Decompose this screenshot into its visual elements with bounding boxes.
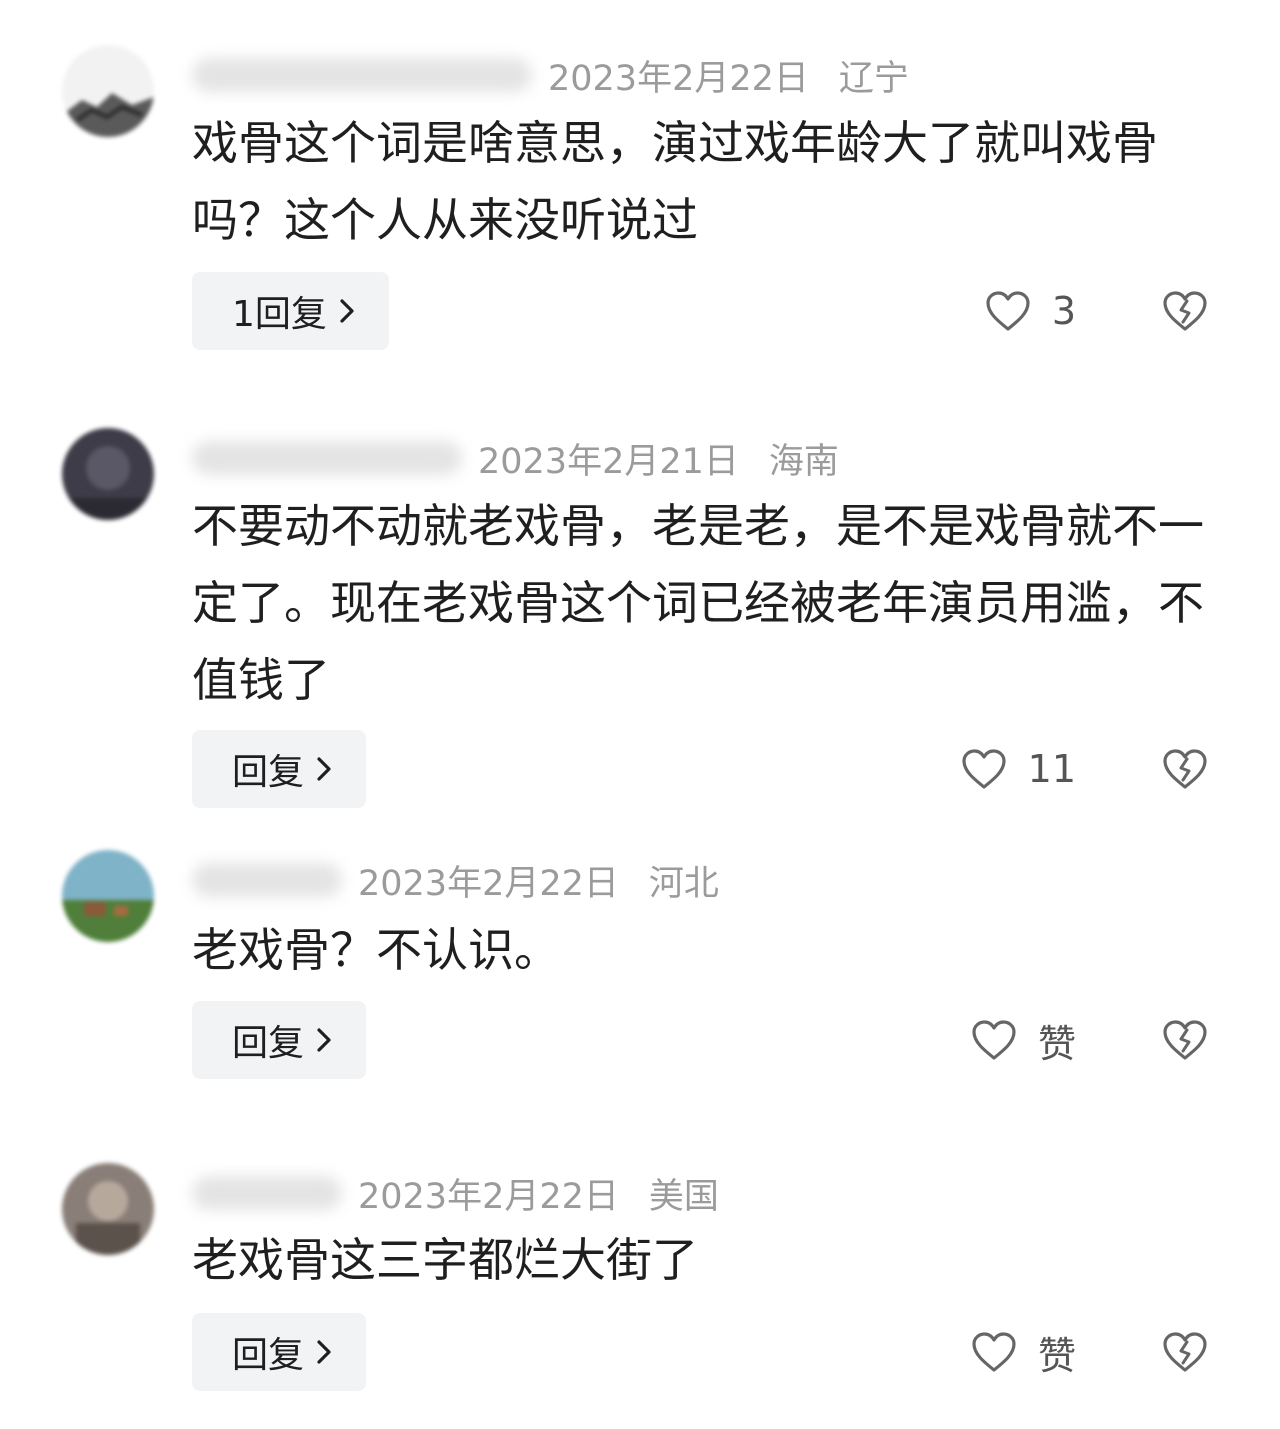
- like-button[interactable]: 3: [984, 272, 1076, 350]
- comment-meta: 2023年2月21日 海南: [192, 428, 839, 488]
- like-button[interactable]: 11: [960, 730, 1076, 808]
- broken-heart-icon: [1160, 1018, 1210, 1062]
- avatar[interactable]: [62, 850, 154, 942]
- comment-region: 河北: [648, 863, 719, 904]
- comment-meta: 2023年2月22日 河北: [192, 850, 719, 910]
- avatar[interactable]: [62, 1163, 154, 1255]
- chevron-right-icon: [316, 756, 332, 782]
- like-count: 3: [1051, 289, 1076, 333]
- like-count: 11: [1027, 747, 1076, 791]
- comment-text: 老戏骨？不认识。: [192, 923, 560, 977]
- reply-label: 1回复: [232, 294, 327, 335]
- comment-text: 老戏骨这三字都烂大街了: [192, 1233, 698, 1287]
- comment-date: 2023年2月21日: [478, 441, 739, 482]
- heart-outline-icon: [960, 747, 1008, 791]
- like-button[interactable]: 赞: [970, 1313, 1076, 1391]
- broken-heart-icon: [1160, 289, 1210, 333]
- comment-text: 戏骨这个词是啥意思，演过戏年龄大了就叫戏骨吗？这个人从来没听说过: [192, 116, 1158, 247]
- username-blurred[interactable]: [192, 441, 462, 475]
- comment-region: 辽宁: [838, 58, 909, 99]
- heart-outline-icon: [970, 1018, 1018, 1062]
- reply-button[interactable]: 回复: [192, 1313, 367, 1391]
- reply-button[interactable]: 回复: [192, 1001, 367, 1079]
- avatar[interactable]: [62, 45, 154, 137]
- heart-outline-icon: [970, 1330, 1018, 1374]
- username-blurred[interactable]: [192, 863, 342, 897]
- comment-region: 海南: [768, 441, 839, 482]
- broken-heart-icon: [1160, 747, 1210, 791]
- dislike-button[interactable]: [1160, 1313, 1210, 1391]
- avatar[interactable]: [62, 428, 154, 520]
- comment-date: 2023年2月22日: [548, 58, 809, 99]
- reply-label: 回复: [232, 1023, 305, 1064]
- comment-text: 不要动不动就老戏骨，老是老，是不是戏骨就不一定了。现在老戏骨这个词已经被老年演员…: [192, 499, 1204, 707]
- broken-heart-icon: [1160, 1330, 1210, 1374]
- comment-date: 2023年2月22日: [358, 863, 619, 904]
- dislike-button[interactable]: [1160, 1001, 1210, 1079]
- chevron-right-icon: [316, 1027, 332, 1053]
- comment-date: 2023年2月22日: [358, 1176, 619, 1217]
- like-button[interactable]: 赞: [970, 1001, 1076, 1079]
- reply-button[interactable]: 1回复: [192, 272, 389, 350]
- like-count: 赞: [1037, 1333, 1076, 1378]
- reply-label: 回复: [232, 1335, 305, 1376]
- heart-outline-icon: [984, 289, 1032, 333]
- dislike-button[interactable]: [1160, 272, 1210, 350]
- comment-region: 美国: [648, 1176, 719, 1217]
- reply-button[interactable]: 回复: [192, 730, 367, 808]
- dislike-button[interactable]: [1160, 730, 1210, 808]
- like-count: 赞: [1037, 1021, 1076, 1066]
- chevron-right-icon: [316, 1339, 332, 1365]
- reply-label: 回复: [232, 752, 305, 793]
- chevron-right-icon: [339, 298, 355, 324]
- username-blurred[interactable]: [192, 58, 532, 92]
- comment-meta: 2023年2月22日 辽宁: [192, 45, 909, 105]
- comment-meta: 2023年2月22日 美国: [192, 1163, 719, 1223]
- username-blurred[interactable]: [192, 1176, 342, 1210]
